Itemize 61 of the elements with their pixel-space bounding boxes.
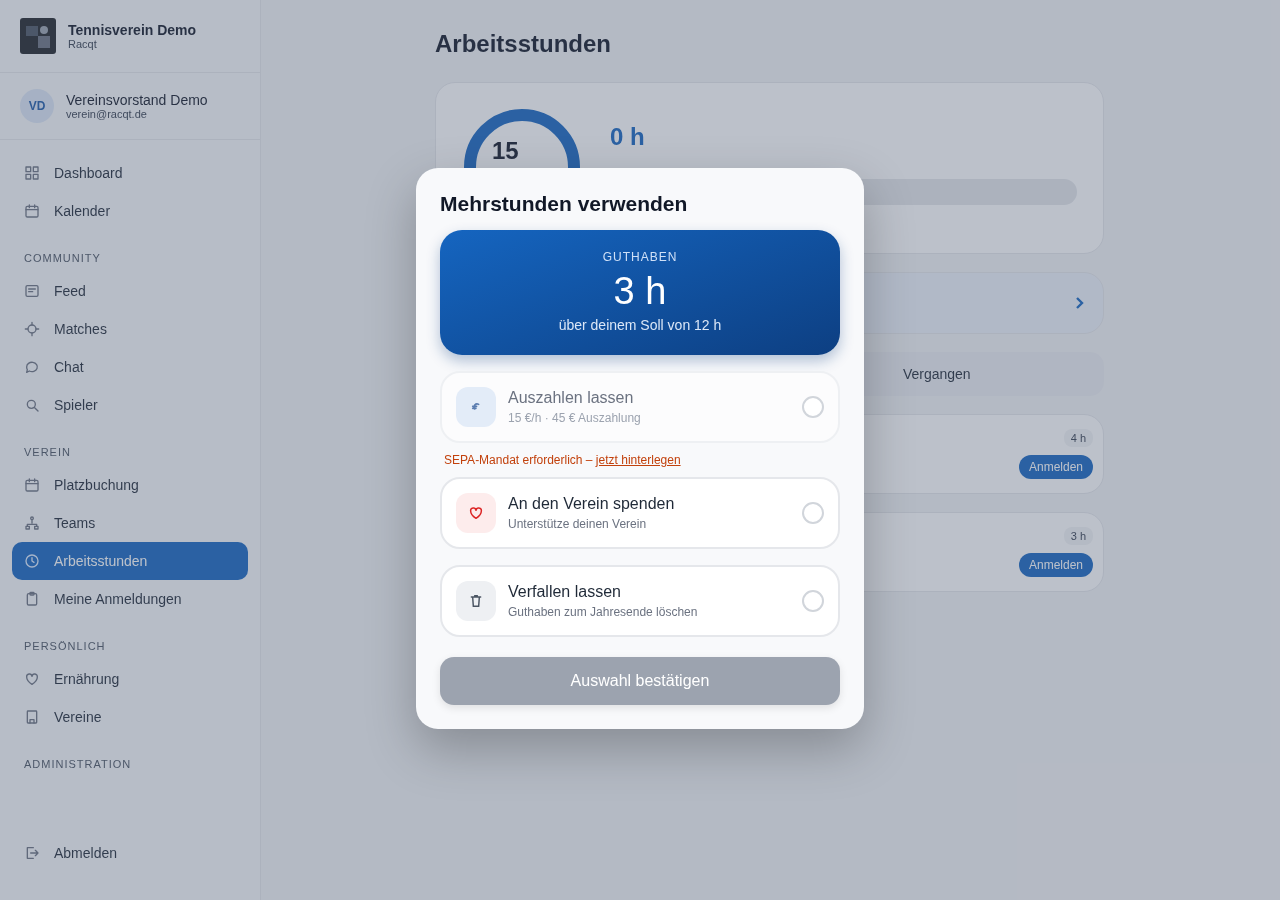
newspaper-icon: [24, 283, 40, 299]
heart-icon: [468, 505, 484, 521]
register-button[interactable]: Anmelden: [1018, 553, 1093, 577]
sidebar-item[interactable]: Matches: [12, 310, 248, 348]
option-title: An den Verein spenden: [508, 495, 676, 513]
ring-value: 15: [492, 137, 519, 165]
grid-icon: [24, 165, 40, 181]
option-title: Auszahlen lassen: [508, 389, 635, 407]
hours-badge: 3 h: [1063, 527, 1093, 545]
trash-icon: [468, 593, 484, 609]
hours-value: 0 h: [610, 123, 646, 151]
option-title: Verfallen lassen: [508, 583, 622, 601]
sidebar-item[interactable]: Chat: [12, 348, 248, 386]
radio-button[interactable]: [802, 590, 824, 612]
register-button[interactable]: Anmelden: [1018, 455, 1093, 479]
sidebar-item[interactable]: Ernährung: [12, 660, 248, 698]
page-title: Arbeitsstunden: [435, 30, 612, 58]
sidebar-item[interactable]: Feed: [12, 272, 248, 310]
chevron-right-icon: [1075, 296, 1085, 310]
section-heading: ADMINISTRATION: [23, 757, 133, 772]
calendar-icon: [24, 203, 40, 219]
sidebar-item[interactable]: Arbeitsstunden: [12, 542, 248, 580]
option-subtitle: 15 €/h · 45 € Auszahlung: [508, 411, 642, 425]
option-subtitle: Unterstütze deinen Verein: [508, 517, 648, 531]
sidebar-item[interactable]: Teams: [12, 504, 248, 542]
balance-label: GUTHABEN: [602, 250, 678, 264]
balance-caption: über deinem Soll von 12 h: [558, 317, 722, 333]
dialog-title: Mehrstunden verwenden: [440, 192, 689, 216]
warning-text: SEPA-Mandat erforderlich – jetzt hinterlegen: [444, 453, 682, 467]
user-name: Vereinsvorstand Demo: [66, 92, 208, 108]
sidebar-item[interactable]: Kalender: [12, 192, 248, 230]
section-heading: PERSÖNLICH: [23, 639, 107, 654]
section-heading: VEREIN: [23, 445, 72, 460]
clock-icon: [24, 553, 40, 569]
sidebar-item[interactable]: Dashboard: [12, 154, 248, 192]
building-icon: [24, 709, 40, 725]
clipboard-icon: [24, 591, 40, 607]
search-icon: [24, 397, 40, 413]
logout-icon: [24, 845, 40, 861]
sidebar-item[interactable]: Meine Anmeldungen: [12, 580, 248, 618]
option-subtitle: Guthaben zum Jahresende löschen: [508, 605, 699, 619]
club-logo: [20, 18, 56, 54]
heart-icon: [24, 671, 40, 687]
logout-item[interactable]: Abmelden: [12, 834, 248, 872]
option-card[interactable]: Verfallen lassen Guthaben zum Jahresende löschen: [440, 565, 840, 637]
user-avatar: VD: [20, 89, 54, 123]
balance-value: 3 h: [613, 270, 667, 313]
option-card[interactable]: An den Verein spenden Unterstütze deinen Verein: [440, 477, 840, 549]
calendar-icon: [24, 477, 40, 493]
sidebar-item[interactable]: Spieler: [12, 386, 248, 424]
crosshair-icon: [24, 321, 40, 337]
hours-badge: 4 h: [1063, 429, 1093, 447]
club-name: Tennisverein Demo: [68, 22, 197, 38]
user-email: verein@racqt.de: [66, 108, 148, 120]
sidebar-item[interactable]: Vereine: [12, 698, 248, 736]
club-subtitle: Racqt: [68, 38, 98, 50]
section-heading: COMMUNITY: [23, 251, 102, 266]
sidebar-item[interactable]: Platzbuchung: [12, 466, 248, 504]
network-icon: [24, 515, 40, 531]
chat-bubble-icon: [24, 359, 40, 375]
radio-button[interactable]: [802, 502, 824, 524]
